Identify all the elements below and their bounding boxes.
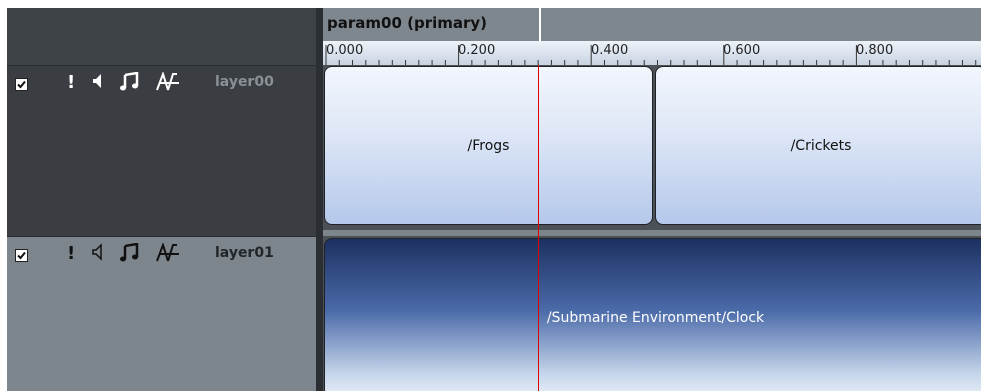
panel-divider[interactable] [316,8,323,391]
layer-header-1[interactable]: ! layer01 [7,236,316,391]
waveform-icon[interactable] [155,70,179,98]
ruler-tick-label: 0.600 [723,43,761,58]
sound-clip-crickets[interactable]: /Crickets [655,66,981,225]
layer-name: layer01 [215,245,274,261]
check-icon [17,80,26,89]
music-note-icon[interactable] [119,242,141,269]
clip-label: /Submarine Environment/Clock [546,310,765,326]
layer-track-1: /Submarine Environment/Clock [323,236,981,391]
layer-enable-checkbox[interactable] [15,249,28,262]
ruler-tick-label: 0.200 [458,43,496,58]
header-corner [7,8,316,65]
sound-clip-frogs[interactable]: /Frogs [324,66,653,225]
parameter-header: param00 (primary) [323,8,981,41]
ruler-tick-label: 0.000 [326,43,364,58]
speaker-icon[interactable] [91,243,105,267]
music-note-icon[interactable] [119,71,141,98]
layer-name: layer00 [215,74,274,90]
parameter-title: param00 (primary) [327,14,488,32]
sound-clip-clock[interactable]: /Submarine Environment/Clock [324,238,981,391]
layer-enable-checkbox[interactable] [15,78,28,91]
check-icon [17,251,26,260]
waveform-icon[interactable] [155,241,179,269]
ruler-tick-label: 0.800 [856,43,894,58]
timeline-ruler[interactable]: 0.000 0.200 0.400 0.600 0.800 [323,41,981,65]
clip-label: /Crickets [790,137,852,154]
layer-header-0[interactable]: ! layer00 [7,65,316,236]
exclamation-icon[interactable]: ! [67,243,75,265]
clip-label: /Frogs [467,137,510,154]
ruler-tick-label: 0.400 [591,43,629,58]
speaker-icon[interactable] [91,72,105,96]
sound-designer-panel: ! layer00 ! layer01 param00 (primary) 0.… [7,8,981,391]
playhead-marker[interactable] [539,8,541,41]
layer-track-0: /Frogs /Crickets [323,65,981,236]
exclamation-icon[interactable]: ! [67,72,75,94]
playhead-cursor[interactable] [538,65,539,391]
